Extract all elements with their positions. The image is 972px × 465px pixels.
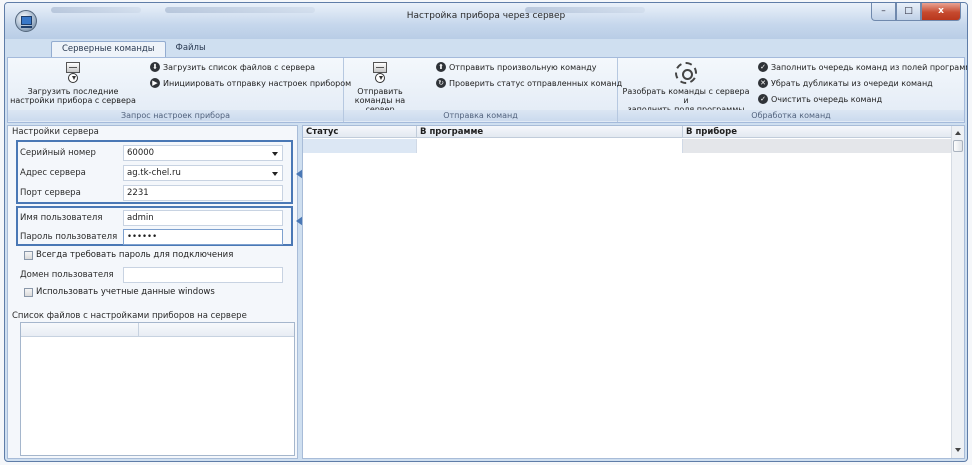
- domain-field[interactable]: [123, 266, 283, 283]
- grid-header: Статус В программе В приборе: [303, 126, 952, 138]
- tab-server-commands[interactable]: Серверные команды: [51, 41, 166, 57]
- load-file-list-button[interactable]: ⬇ Загрузить список файлов с сервера: [150, 61, 315, 73]
- column-status[interactable]: Статус: [303, 126, 417, 137]
- group-label: Обработка команд: [618, 110, 964, 121]
- scroll-thumb[interactable]: [953, 140, 963, 152]
- init-send-settings-button[interactable]: ▶ Инициировать отправку настроек приборо…: [150, 77, 351, 89]
- grid-scrollbar[interactable]: [951, 126, 964, 458]
- check-icon: ✓: [758, 94, 768, 104]
- server-port-field[interactable]: 2231: [123, 184, 283, 201]
- column-in-program[interactable]: В программе: [417, 126, 683, 137]
- server-address-row: Адрес сервера ag.tk-chel.ru: [18, 163, 291, 182]
- fill-queue-button[interactable]: ✓ Заполнить очередь команд из полей прог…: [758, 61, 967, 73]
- check-icon: ✓: [758, 62, 768, 72]
- file-list-header: [21, 323, 294, 337]
- remove-duplicates-button[interactable]: ✕ Убрать дубликаты из очереди команд: [758, 77, 933, 89]
- file-list[interactable]: [20, 322, 295, 456]
- serial-number-select[interactable]: 60000: [123, 144, 283, 161]
- server-settings-title: Настройки сервера: [12, 127, 99, 137]
- commands-grid[interactable]: Статус В программе В приборе: [302, 125, 965, 459]
- play-icon: ▶: [150, 78, 160, 88]
- refresh-icon: ↻: [436, 78, 446, 88]
- use-windows-credentials-row[interactable]: Использовать учетные данные windows: [24, 287, 215, 297]
- send-commands-button[interactable]: Отправить команды на сервер: [348, 62, 412, 114]
- serial-number-row: Серийный номер 60000: [18, 143, 291, 162]
- ribbon-group-request: Загрузить последние настройки прибора с …: [8, 58, 351, 122]
- group-label: Отправка команд: [344, 110, 617, 121]
- server-upload-icon: [369, 62, 391, 84]
- gear-icon: [675, 62, 697, 84]
- always-password-checkbox-row[interactable]: Всегда требовать пароль для подключения: [24, 250, 233, 260]
- ribbon: Загрузить последние настройки прибора с …: [7, 57, 967, 123]
- username-field[interactable]: admin: [123, 209, 283, 226]
- main-window: Настройка прибора через сервер – □ x Сер…: [4, 2, 968, 462]
- download-icon: ⬇: [150, 62, 160, 72]
- window-controls: – □ x: [871, 3, 961, 21]
- password-field[interactable]: ••••••: [123, 228, 283, 245]
- close-button[interactable]: x: [921, 3, 961, 21]
- clear-queue-button[interactable]: ✓ Очистить очередь команд: [758, 93, 882, 105]
- minimize-button[interactable]: –: [871, 3, 896, 21]
- window-title: Настройка прибора через сервер: [406, 11, 566, 21]
- username-row: Имя пользователя admin: [18, 208, 291, 227]
- column-in-device[interactable]: В приборе: [683, 126, 952, 137]
- remove-icon: ✕: [758, 78, 768, 88]
- check-status-button[interactable]: ↻ Проверить статус отправленных команд: [436, 77, 622, 89]
- load-last-settings-button[interactable]: Загрузить последние настройки прибора с …: [10, 62, 136, 105]
- arrow-up-icon: ⬆: [436, 62, 446, 72]
- server-download-icon: [62, 62, 84, 84]
- scroll-up-icon[interactable]: [955, 131, 961, 135]
- maximize-button[interactable]: □: [896, 3, 921, 21]
- grid-row[interactable]: [303, 139, 952, 153]
- server-address-select[interactable]: ag.tk-chel.ru: [123, 164, 283, 181]
- scroll-down-icon[interactable]: [955, 448, 961, 452]
- password-row: Пароль пользователя ••••••: [18, 227, 291, 246]
- file-list-title: Список файлов с настройками приборов на …: [12, 311, 247, 321]
- ribbon-group-process: Разобрать команды с сервера и заполнить …: [618, 58, 967, 122]
- always-password-checkbox[interactable]: [24, 250, 33, 260]
- tab-files[interactable]: Файлы: [166, 41, 216, 57]
- use-windows-credentials-checkbox[interactable]: [24, 287, 33, 297]
- group-label: Запрос настроек прибора: [8, 110, 343, 121]
- title-bar: Настройка прибора через сервер – □ x: [5, 3, 967, 39]
- server-port-row: Порт сервера 2231: [18, 183, 291, 202]
- settings-panel: Настройки сервера Серийный номер 60000 А…: [7, 125, 298, 459]
- send-arbitrary-command-button[interactable]: ⬆ Отправить произвольную команду: [436, 61, 597, 73]
- ribbon-group-send: Отправить команды на сервер ⬆ Отправить …: [344, 58, 622, 122]
- ribbon-tabs: Серверные команды Файлы: [51, 41, 216, 57]
- domain-row: Домен пользователя: [18, 265, 291, 284]
- parse-commands-button[interactable]: Разобрать команды с сервера и заполнить …: [622, 62, 750, 114]
